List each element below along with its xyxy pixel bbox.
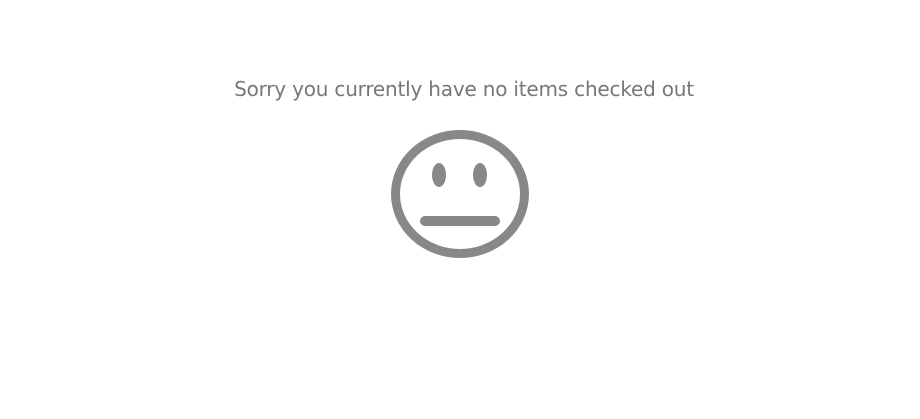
empty-state: Sorry you currently have no items checke… xyxy=(0,0,920,419)
neutral-face-icon xyxy=(390,128,530,260)
empty-state-message: Sorry you currently have no items checke… xyxy=(234,77,694,101)
checked-out-page: Sorry you currently have no items checke… xyxy=(0,0,920,419)
